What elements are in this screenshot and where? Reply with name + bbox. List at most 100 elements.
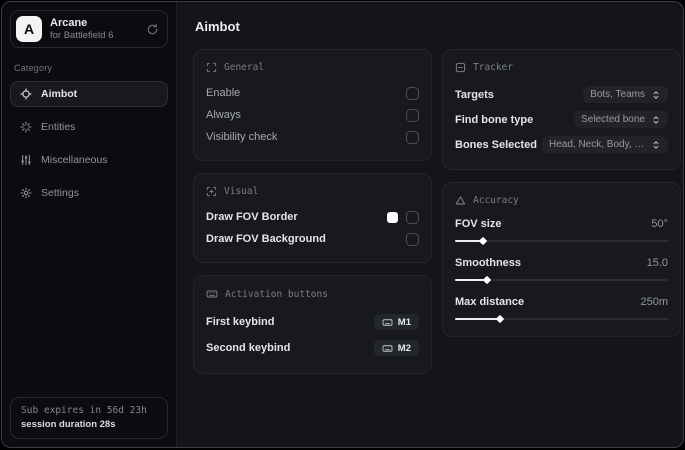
fov-size-slider[interactable] — [455, 240, 668, 242]
minus-square-icon — [455, 62, 466, 73]
second-keybind-button[interactable]: M2 — [373, 340, 419, 356]
unfold-icon — [651, 115, 661, 125]
slider-fill — [455, 279, 487, 281]
card-activation-header: Activation buttons — [206, 288, 419, 300]
slider-fill — [455, 240, 483, 242]
unfold-icon — [651, 90, 661, 100]
setting-group-smoothness: Smoothness 15.0 — [455, 254, 668, 281]
card-title: Activation buttons — [225, 288, 328, 300]
sidebar-item-miscellaneous[interactable]: Miscellaneous — [10, 147, 168, 173]
setting-label: Always — [206, 109, 241, 121]
main-panel: Aimbot General Enable Always Visibility … — [177, 2, 683, 447]
targets-dropdown[interactable]: Bots, Teams — [583, 86, 668, 103]
first-keybind-button[interactable]: M1 — [373, 314, 419, 330]
enable-checkbox[interactable] — [406, 86, 419, 100]
setting-label: Draw FOV Border — [206, 211, 298, 223]
setting-row-second-keybind: Second keybind M2 — [206, 335, 419, 361]
fov-border-color-swatch[interactable] — [387, 211, 398, 223]
card-general-header: General — [206, 62, 419, 73]
setting-row-targets: Targets Bots, Teams — [455, 82, 668, 107]
sidebar-item-label: Miscellaneous — [41, 154, 108, 166]
card-title: Accuracy — [473, 195, 519, 206]
setting-row-always: Always — [206, 104, 419, 126]
setting-label: First keybind — [206, 316, 275, 328]
keyboard-icon — [206, 288, 218, 300]
keyboard-icon — [382, 317, 393, 328]
card-activation-buttons: Activation buttons First keybind M1 Seco… — [193, 275, 432, 374]
right-column: Tracker Targets Bots, Teams Find bone ty… — [442, 49, 681, 374]
visibility-check-checkbox[interactable] — [406, 130, 419, 144]
frame-corners-icon — [206, 62, 217, 73]
sidebar-item-label: Settings — [41, 187, 79, 199]
logo-text: Arcane for Battlefield 6 — [50, 17, 113, 41]
keybind-value: M1 — [397, 316, 411, 328]
sidebar-item-aimbot[interactable]: Aimbot — [10, 81, 168, 107]
card-visual: Visual Draw FOV Border Draw FOV Backgrou… — [193, 173, 432, 263]
entities-icon — [20, 121, 32, 133]
sidebar-item-entities[interactable]: Entities — [10, 114, 168, 140]
card-title: General — [224, 62, 265, 73]
card-title: Visual — [224, 186, 259, 197]
slider-value: 50° — [651, 218, 668, 230]
card-accuracy: Accuracy FOV size 50° Smoothness 15.0 Ma… — [442, 182, 681, 337]
card-accuracy-header: Accuracy — [455, 195, 668, 206]
triangle-icon — [455, 195, 466, 206]
find-bone-type-dropdown[interactable]: Selected bone — [574, 111, 668, 128]
setting-row-bones-selected: Bones Selected Head, Neck, Body, Pe.. — [455, 132, 668, 157]
sidebar-nav: Aimbot Entities Miscellaneous Settings — [10, 81, 168, 206]
dropdown-value: Head, Neck, Body, Pe.. — [549, 139, 645, 150]
setting-row-find-bone-type: Find bone type Selected bone — [455, 107, 668, 132]
subscription-info: Sub expires in 56d 23h session duration … — [10, 397, 168, 439]
smoothness-slider[interactable] — [455, 279, 668, 281]
left-column: General Enable Always Visibility check V… — [193, 49, 432, 374]
slider-label-row: Max distance 250m — [455, 293, 668, 311]
card-columns: General Enable Always Visibility check V… — [193, 49, 681, 374]
sidebar-item-label: Aimbot — [41, 88, 78, 100]
always-checkbox[interactable] — [406, 108, 419, 122]
slider-label-row: FOV size 50° — [455, 215, 668, 233]
slider-value: 250m — [640, 296, 668, 308]
setting-row-draw-fov-border: Draw FOV Border — [206, 206, 419, 228]
app-logo: A — [16, 16, 42, 42]
dropdown-value: Bots, Teams — [590, 89, 645, 100]
app-window: A Arcane for Battlefield 6 Category Aimb… — [1, 1, 684, 448]
reload-icon[interactable] — [146, 23, 159, 36]
setting-label: Visibility check — [206, 131, 278, 143]
setting-label: Second keybind — [206, 342, 291, 354]
controls-group — [387, 210, 419, 224]
draw-fov-background-checkbox[interactable] — [406, 232, 419, 246]
draw-fov-border-checkbox[interactable] — [406, 210, 419, 224]
max-distance-slider[interactable] — [455, 318, 668, 320]
setting-row-visibility-check: Visibility check — [206, 126, 419, 148]
slider-value: 15.0 — [646, 257, 668, 269]
setting-row-draw-fov-background: Draw FOV Background — [206, 228, 419, 250]
setting-label: Bones Selected — [455, 138, 537, 151]
keybind-value: M2 — [397, 342, 411, 354]
dropdown-value: Selected bone — [581, 114, 645, 125]
keyboard-icon — [382, 343, 393, 354]
card-tracker-header: Tracker — [455, 62, 668, 73]
setting-label: Smoothness — [455, 257, 522, 269]
logo-card: A Arcane for Battlefield 6 — [10, 10, 168, 48]
bones-selected-dropdown[interactable]: Head, Neck, Body, Pe.. — [542, 136, 668, 153]
sidebar-item-settings[interactable]: Settings — [10, 180, 168, 206]
unfold-icon — [651, 140, 661, 150]
setting-group-fov-size: FOV size 50° — [455, 215, 668, 242]
category-label: Category — [14, 63, 53, 73]
sidebar: A Arcane for Battlefield 6 Category Aimb… — [2, 2, 177, 447]
slider-label-row: Smoothness 15.0 — [455, 254, 668, 272]
setting-label: Enable — [206, 87, 241, 99]
card-general: General Enable Always Visibility check — [193, 49, 432, 161]
sliders-icon — [20, 154, 32, 166]
crosshair-icon — [20, 88, 32, 100]
app-title: Arcane — [50, 16, 88, 29]
setting-row-first-keybind: First keybind M1 — [206, 309, 419, 335]
setting-label: Max distance — [455, 296, 525, 308]
session-duration: session duration 28s — [21, 419, 116, 430]
card-visual-header: Visual — [206, 186, 419, 197]
card-tracker: Tracker Targets Bots, Teams Find bone ty… — [442, 49, 681, 170]
setting-label: Find bone type — [455, 113, 534, 126]
focus-plus-icon — [206, 186, 217, 197]
setting-row-enable: Enable — [206, 82, 419, 104]
sidebar-item-label: Entities — [41, 121, 76, 133]
